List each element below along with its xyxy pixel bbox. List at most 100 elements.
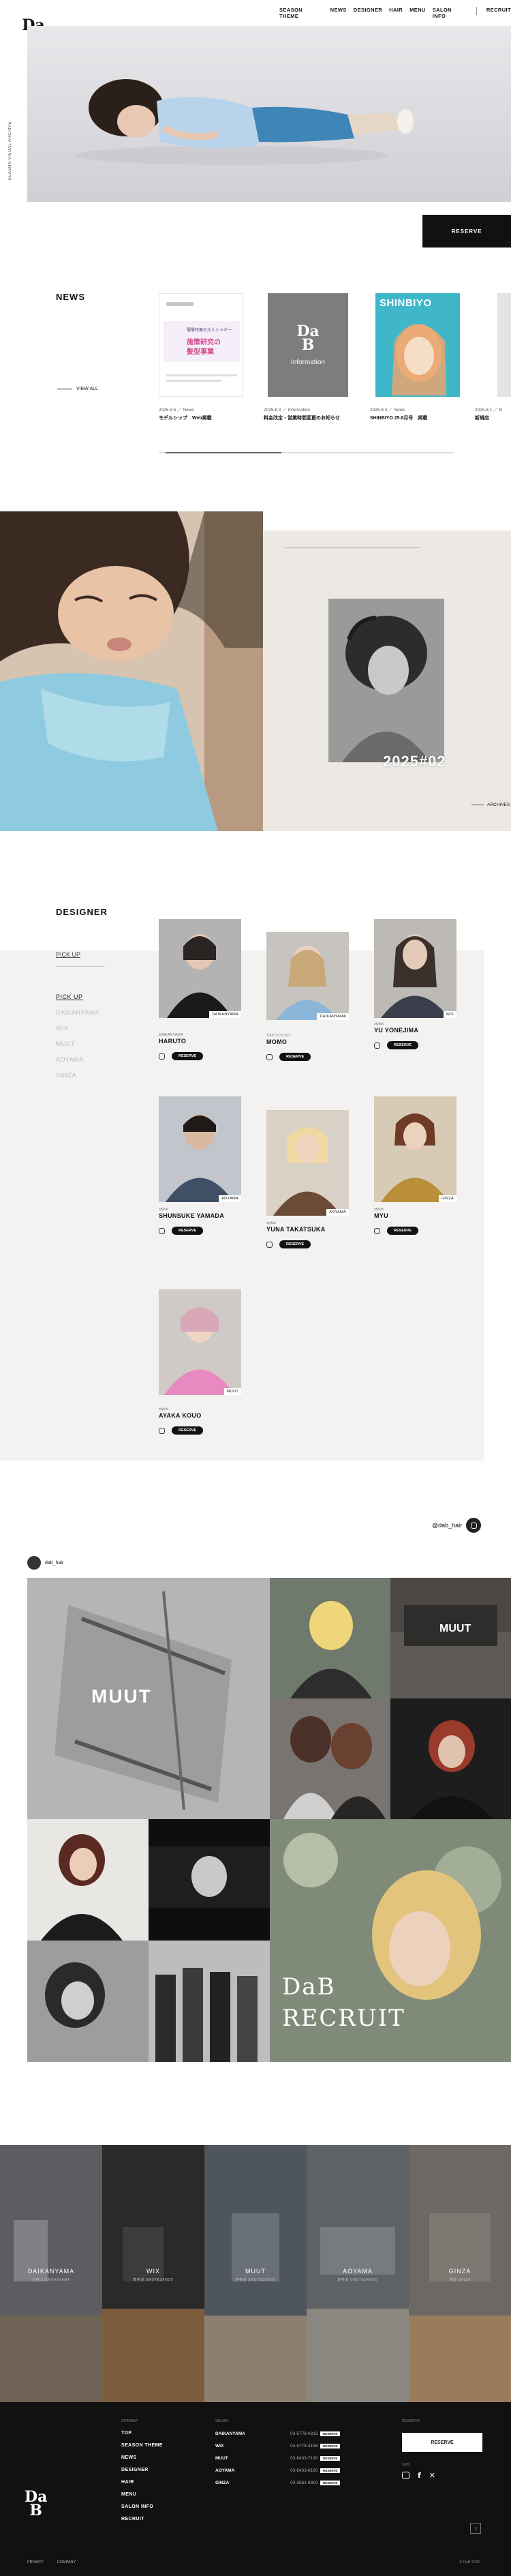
- designer-card[interactable]: AOYAMA stylist YUNA TAKATSUKA RESERVE: [266, 1110, 349, 1248]
- footer-salon-row[interactable]: DAIKANYAMA 03-5778-0218 RESERVE: [215, 2427, 341, 2440]
- instagram-icon[interactable]: [374, 1042, 380, 1049]
- designer-tab-daikanyama[interactable]: DAIKANYAMA: [56, 1009, 99, 1016]
- instagram-post[interactable]: [270, 1578, 390, 1698]
- news-thumb-4: [497, 293, 511, 397]
- facebook-icon[interactable]: f: [418, 2471, 421, 2480]
- news-card-1[interactable]: 電撃特集の大人シャギー 施策研究の 髪型事業: [159, 293, 243, 397]
- designer-reserve-button[interactable]: RESERVE: [387, 1041, 419, 1049]
- designer-tab-aoyama[interactable]: AOYAMA: [56, 1056, 84, 1063]
- reserve-button[interactable]: RESERVE: [422, 215, 511, 248]
- footer-salon-reserve[interactable]: RESERVE: [320, 2455, 341, 2461]
- salon-card-ginza[interactable]: GINZA 銀座 GINZA: [409, 2145, 511, 2402]
- news-scroll-thumb[interactable]: [166, 452, 281, 453]
- designer-reserve-button[interactable]: RESERVE: [279, 1240, 311, 1248]
- news-title-4[interactable]: 新規店: [475, 415, 489, 421]
- x-icon[interactable]: ✕: [429, 2471, 435, 2480]
- footer-salon-row[interactable]: GINZA 03-3561-8800 RESERVE: [215, 2476, 341, 2489]
- designer-card[interactable]: DAIKANYAMA DAIKANYAMA HARUTO RESERVE: [159, 919, 241, 1060]
- instagram-icon[interactable]: [402, 2472, 409, 2479]
- news-meta-2: 2025.8.3 ／ Information: [264, 408, 310, 413]
- news-title-3[interactable]: SHINBIYO 25.8月号 掲載: [370, 415, 427, 421]
- designer-card[interactable]: DAIKANYAMA TOP STYLIST MOMO RESERVE: [266, 932, 349, 1061]
- footer-salon-row[interactable]: AOYAMA 03-6433-8180 RESERVE: [215, 2464, 341, 2476]
- news-title-1[interactable]: モデルシップ Web掲載: [159, 415, 212, 421]
- instagram-icon[interactable]: [266, 1241, 273, 1248]
- footer-company-link[interactable]: COMPANY: [57, 2560, 76, 2564]
- footer-salon-reserve[interactable]: RESERVE: [320, 2431, 341, 2436]
- season-main-photo[interactable]: [0, 511, 263, 831]
- instagram-post[interactable]: [270, 1698, 390, 1819]
- footer-salon-reserve[interactable]: RESERVE: [320, 2468, 341, 2473]
- instagram-icon[interactable]: [374, 1227, 380, 1234]
- instagram-post[interactable]: MUUT: [27, 1578, 270, 1819]
- news-title-2[interactable]: 料金改定・営業時間変更のお知らせ: [264, 415, 340, 421]
- footer-link-recruit[interactable]: RECRUIT: [121, 2513, 163, 2526]
- instagram-post[interactable]: [27, 1941, 149, 2062]
- designer-name: HARUTO: [159, 1038, 187, 1045]
- designer-card[interactable]: WIX stylist YU YONEJIMA RESERVE: [374, 919, 456, 1049]
- designer-card[interactable]: GINZA stylist MYU RESERVE: [374, 1096, 456, 1235]
- instagram-post[interactable]: DaB RECRUIT: [270, 1819, 511, 2062]
- instagram-post[interactable]: MUUT: [390, 1578, 511, 1698]
- nav-designer[interactable]: DESIGNER: [354, 7, 382, 16]
- salon-sub: 代官山 DAIKANYAMA: [32, 2278, 70, 2282]
- footer-salon-row[interactable]: MUUT 03-6433-7130 RESERVE: [215, 2452, 341, 2464]
- designer-reserve-button[interactable]: RESERVE: [172, 1227, 204, 1235]
- instagram-icon[interactable]: [159, 1427, 165, 1434]
- footer-logo[interactable]: Da B: [25, 2489, 47, 2518]
- nav-salon-info[interactable]: SALON INFO: [433, 7, 467, 19]
- news-card-4[interactable]: [497, 293, 511, 397]
- designer-role: TOP STYLIST: [266, 1034, 290, 1038]
- designer-tab-pickup[interactable]: PICK UP: [56, 993, 83, 1000]
- instagram-post[interactable]: [27, 1819, 149, 1941]
- designer-card[interactable]: MUUT stylist AYAKA KOUO RESERVE: [159, 1289, 241, 1435]
- designer-tab-wix[interactable]: WIX: [56, 1025, 69, 1032]
- instagram-handle-link[interactable]: @dab_hair: [432, 1518, 482, 1533]
- news-thumb-text: 電撃特集の大人シャギー: [187, 329, 232, 333]
- footer-salon-row[interactable]: WIX 03-5778-4198 RESERVE: [215, 2440, 341, 2452]
- designer-tab-ginza[interactable]: GINZA: [56, 1072, 76, 1079]
- instagram-post[interactable]: [149, 1941, 270, 2062]
- nav-news[interactable]: NEWS: [330, 7, 347, 16]
- designer-reserve-button[interactable]: RESERVE: [172, 1426, 204, 1435]
- footer-link-hair[interactable]: HAIR: [121, 2476, 163, 2489]
- instagram-post[interactable]: [390, 1698, 511, 1819]
- nav-hair[interactable]: HAIR: [389, 7, 403, 16]
- footer-link-top[interactable]: TOP: [121, 2427, 163, 2440]
- salon-card-aoyama[interactable]: AOYAMA 表参道 OMOTESANDO: [307, 2145, 409, 2402]
- designer-reserve-button[interactable]: RESERVE: [387, 1227, 419, 1235]
- news-card-2[interactable]: Da B Information: [264, 293, 348, 397]
- salon-card-daikanyama[interactable]: DAIKANYAMA 代官山 DAIKANYAMA: [0, 2145, 102, 2402]
- salon-card-wix[interactable]: WIX 表参道 OMOTESANDO: [102, 2145, 204, 2402]
- page-top-button[interactable]: ↑: [470, 2523, 481, 2534]
- footer-link-season[interactable]: SEASON THEME: [121, 2440, 163, 2452]
- footer-salon-reserve[interactable]: RESERVE: [320, 2443, 341, 2448]
- recruit-caption-bottom: RECRUIT: [282, 2005, 405, 2032]
- designer-reserve-button[interactable]: RESERVE: [279, 1053, 311, 1061]
- instagram-icon[interactable]: [159, 1227, 165, 1234]
- salon-card-muut[interactable]: MUUT 表参道 OMOTESANDO: [204, 2145, 307, 2402]
- archives-link[interactable]: ARCHIVES: [471, 803, 510, 807]
- nav-season-theme[interactable]: SEASON THEME: [279, 7, 324, 19]
- nav-menu[interactable]: MENU: [409, 7, 426, 16]
- footer-salon-reserve[interactable]: RESERVE: [320, 2480, 341, 2485]
- footer-link-designer[interactable]: DESIGNER: [121, 2464, 163, 2476]
- news-scrollbar[interactable]: [159, 452, 453, 453]
- footer-link-menu[interactable]: MENU: [121, 2489, 163, 2501]
- instagram-icon[interactable]: [266, 1053, 273, 1060]
- season-sub-photo[interactable]: [328, 599, 444, 762]
- designer-tab-muut[interactable]: MUUT: [56, 1040, 75, 1047]
- designer-card[interactable]: AOYAMA stylist SHUNSUKE YAMADA RESERVE: [159, 1096, 241, 1235]
- instagram-user[interactable]: dab_hair: [27, 1556, 63, 1570]
- footer-privacy-link[interactable]: PRIVACY: [27, 2560, 44, 2564]
- designer-reserve-button[interactable]: RESERVE: [172, 1052, 204, 1060]
- footer-link-salon-info[interactable]: SALON INFO: [121, 2501, 163, 2513]
- instagram-icon[interactable]: [159, 1053, 165, 1060]
- footer-reserve-button[interactable]: RESERVE: [402, 2433, 482, 2452]
- news-view-all-link[interactable]: VIEW ALL: [57, 387, 98, 391]
- footer-link-news[interactable]: NEWS: [121, 2452, 163, 2464]
- designer-heading-line: [56, 966, 105, 967]
- nav-recruit[interactable]: RECRUIT: [486, 7, 511, 16]
- instagram-post[interactable]: [149, 1819, 270, 1941]
- news-card-3[interactable]: SHINBIYO: [375, 293, 460, 397]
